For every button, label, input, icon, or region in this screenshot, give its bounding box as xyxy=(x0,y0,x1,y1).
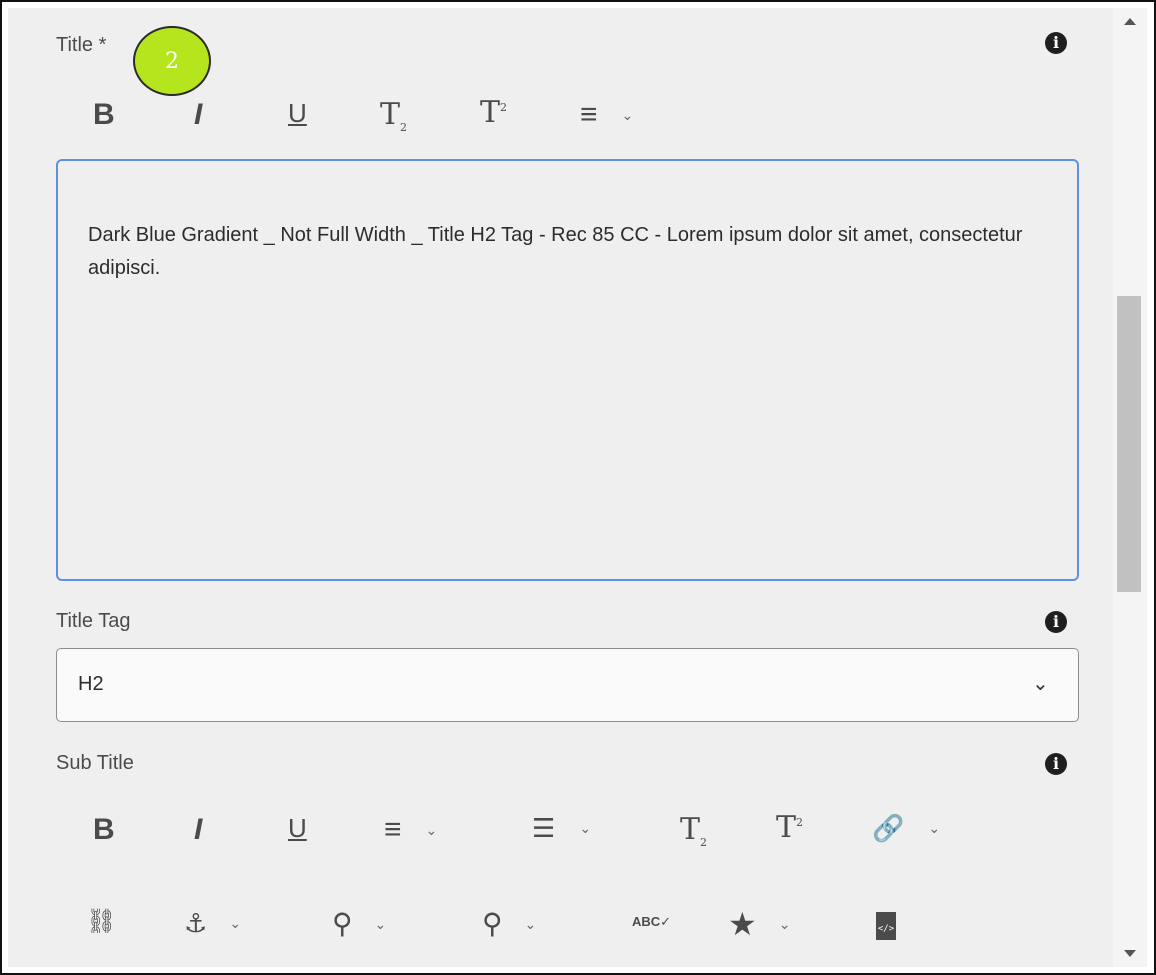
find-replace-dropdown[interactable]: ⚲ ⌄ xyxy=(482,910,536,938)
subscript-icon[interactable]: T2 xyxy=(680,815,707,849)
scroll-up-arrow-icon[interactable] xyxy=(1113,8,1147,36)
vertical-scrollbar[interactable] xyxy=(1113,8,1147,967)
superscript-icon[interactable]: T2 xyxy=(776,813,803,843)
chevron-down-icon: ⌄ xyxy=(579,819,592,836)
subscript-icon[interactable]: T2 xyxy=(380,100,407,134)
italic-icon[interactable]: I xyxy=(194,815,202,845)
chevron-down-icon: ⌄ xyxy=(374,915,387,932)
title-tag-info-icon[interactable]: i xyxy=(1045,611,1067,633)
title-tag-select[interactable]: H2 ⌄ xyxy=(56,648,1079,722)
chevron-down-icon: ⌄ xyxy=(778,915,791,932)
scroll-down-arrow-icon[interactable] xyxy=(1113,939,1147,967)
title-tag-selected-value: H2 xyxy=(78,673,104,695)
title-tag-label: Title Tag xyxy=(56,610,131,632)
find-replace-icon: ⚲ xyxy=(482,908,503,939)
anchor-dropdown[interactable]: ⚓ ⌄ xyxy=(184,910,241,936)
italic-icon[interactable]: I xyxy=(194,100,202,130)
anchor-icon: ⚓ xyxy=(184,908,208,938)
title-label: Title * xyxy=(56,34,107,56)
chevron-down-icon: ⌄ xyxy=(524,915,537,932)
scrollbar-thumb[interactable] xyxy=(1117,296,1141,592)
find-dropdown[interactable]: ⚲ ⌄ xyxy=(332,910,386,938)
step-badge: 2 xyxy=(133,26,211,96)
align-icon: ≡ xyxy=(384,813,402,846)
search-icon: ⚲ xyxy=(332,908,353,939)
source-edit-icon[interactable]: </> xyxy=(876,912,896,940)
special-character-dropdown[interactable]: ★ ⌄ xyxy=(728,908,790,940)
underline-icon[interactable]: U xyxy=(288,100,307,126)
spellcheck-icon[interactable]: ABC✓ xyxy=(632,915,671,928)
chevron-down-icon: ⌄ xyxy=(425,821,438,838)
subtitle-info-icon[interactable]: i xyxy=(1045,753,1067,775)
star-icon: ★ xyxy=(728,906,757,942)
link-icon: 🔗 xyxy=(872,813,905,843)
align-icon: ≡ xyxy=(580,98,598,131)
list-icon: ☰ xyxy=(532,813,556,843)
align-dropdown[interactable]: ≡ ⌄ xyxy=(580,100,633,130)
chevron-down-icon: ⌄ xyxy=(1032,673,1049,695)
subtitle-label: Sub Title xyxy=(56,752,134,774)
underline-icon[interactable]: U xyxy=(288,815,307,841)
unlink-icon[interactable]: ⛓ xyxy=(86,910,116,934)
bold-icon[interactable]: B xyxy=(93,815,115,845)
align-dropdown[interactable]: ≡ ⌄ xyxy=(384,815,437,845)
bold-icon[interactable]: B xyxy=(93,100,115,130)
title-info-icon[interactable]: i xyxy=(1045,32,1067,54)
title-rich-text-editor[interactable]: Dark Blue Gradient _ Not Full Width _ Ti… xyxy=(56,159,1079,581)
title-toolbar: B xyxy=(93,100,115,130)
chevron-down-icon: ⌄ xyxy=(229,914,242,931)
superscript-icon[interactable]: T2 xyxy=(480,98,507,128)
list-dropdown[interactable]: ☰ ⌄ xyxy=(532,815,591,841)
chevron-down-icon: ⌄ xyxy=(928,819,941,836)
chevron-down-icon: ⌄ xyxy=(621,106,634,123)
link-dropdown[interactable]: 🔗 ⌄ xyxy=(872,815,940,841)
